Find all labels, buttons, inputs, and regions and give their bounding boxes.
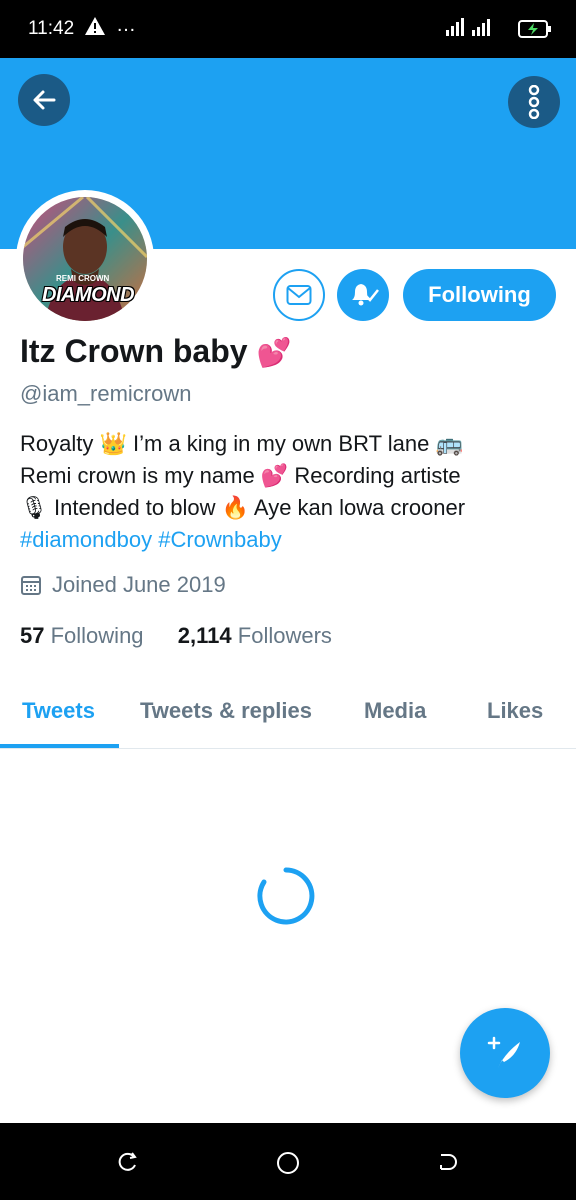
bus-emoji: 🚌 [435,431,463,456]
following-label: Following [50,623,144,648]
profile-name-text: Itz Crown baby [20,333,248,369]
heart-emoji: 💕 [256,337,292,368]
bio-text: I’m a king in my own BRT lane [126,431,436,456]
status-bar: 11:42 … [0,0,576,58]
system-navigation-bar [0,1123,576,1200]
bio-text: Remi crown is my name [20,463,261,488]
hashtag-link[interactable]: #diamondboy [20,527,152,552]
avatar-logo-text: DIAMOND [42,284,135,306]
following-stat[interactable]: 57 Following [20,623,144,648]
hashtag-link[interactable]: #Crownbaby [158,527,282,552]
bio-text: Intended to blow [47,495,222,520]
more-notifications-icon: … [116,14,137,36]
tab-media[interactable]: Media [364,698,426,724]
tab-tweets-and-replies[interactable]: Tweets & replies [140,698,312,724]
joined-date: Joined June 2019 [20,572,226,598]
follow-stats: 57 Following 2,114 Followers [20,623,332,649]
bio-line-3: 🎙 Intended to blow 🔥 Aye kan lowa croone… [20,492,560,524]
followers-label: Followers [237,623,332,648]
back-button[interactable] [18,74,70,126]
following-count: 57 [20,623,45,648]
bio-text: Aye kan lowa crooner [249,495,466,520]
active-tab-indicator [0,744,119,748]
microphone-emoji: 🎙 [20,495,48,520]
mail-icon [286,285,312,305]
compose-icon [487,1036,520,1068]
bio-line-2: Remi crown is my name 💕 Recording artist… [20,460,560,492]
compose-tweet-button[interactable] [460,1008,550,1098]
fire-emoji: 🔥 [221,495,250,520]
status-time: 11:42 [28,18,75,39]
heart-emoji: 💕 [260,463,289,488]
followers-count: 2,114 [177,623,232,648]
warning-icon [84,16,106,41]
profile-tabs: Tweets Tweets & replies Media Likes [0,690,576,749]
back-nav-icon[interactable] [437,1151,459,1173]
battery-icon [518,20,552,43]
joined-text: Joined June 2019 [52,572,226,597]
home-icon[interactable] [276,1151,300,1175]
bio-text: Recording artiste [288,463,461,488]
signal-icon [446,18,498,43]
more-options-button[interactable] [508,76,560,128]
bio-text: Royalty [20,431,100,456]
bio-line-4: #diamondboy #Crownbaby [20,524,560,556]
notifications-button[interactable] [337,269,389,321]
more-vertical-icon [528,85,540,119]
profile-handle: @iam_remicrown [20,381,192,406]
calendar-icon [21,576,41,595]
tab-likes[interactable]: Likes [487,698,543,724]
crown-emoji: 👑 [99,431,127,456]
avatar[interactable]: REMI CROWN DIAMOND [16,190,154,328]
back-arrow-icon [33,90,56,110]
profile-name: Itz Crown baby 💕 [20,333,291,370]
tab-tweets[interactable]: Tweets [22,698,95,724]
recent-apps-icon[interactable] [116,1151,138,1173]
avatar-top-text: REMI CROWN [56,274,110,283]
bell-icon [352,284,379,306]
message-button[interactable] [273,269,325,321]
followers-stat[interactable]: 2,114 Followers [178,623,332,648]
loading-spinner [257,867,315,925]
bio-line-1: Royalty 👑 I’m a king in my own BRT lane … [20,428,560,460]
following-button[interactable]: Following [403,269,556,321]
profile-bio: Royalty 👑 I’m a king in my own BRT lane … [20,428,560,556]
